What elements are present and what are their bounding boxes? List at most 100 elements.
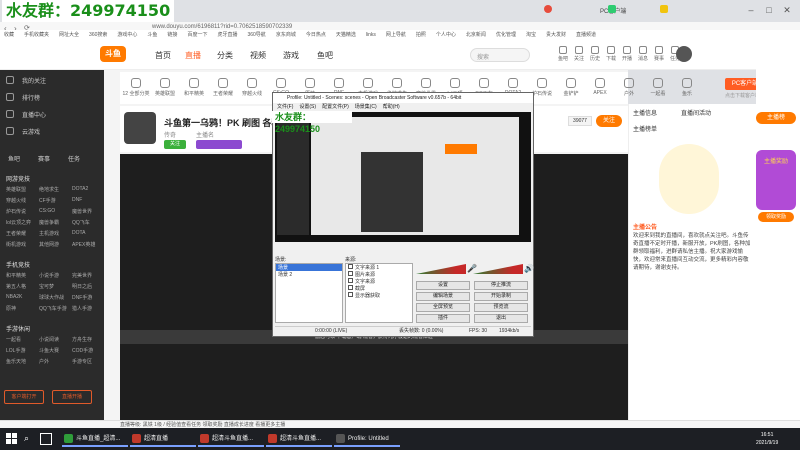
bookmark-item[interactable]: 天猫精选 <box>336 32 356 38</box>
bottom-info-text[interactable]: 直播等级: 黑铁 1级 / 经验值查看任务 领取奖励 直播成长进度 看播更多主播 <box>120 421 285 428</box>
start-stream-button[interactable]: 直播开播 <box>52 390 92 404</box>
header-icon-item[interactable]: 历史 <box>588 46 602 62</box>
bookmark-item[interactable]: 拍照 <box>416 32 426 38</box>
category-item[interactable]: APEX <box>586 78 614 96</box>
category-item[interactable]: 一起看 <box>644 78 672 97</box>
mic-icon[interactable]: 🎤 <box>467 264 477 273</box>
category-item[interactable]: 王者荣耀 <box>209 78 237 97</box>
bookmark-item[interactable]: 手机收藏夹 <box>24 32 49 38</box>
scene-item[interactable]: 场景 2 <box>276 271 342 278</box>
obs-button[interactable]: 设置 <box>416 281 470 290</box>
sidebar-sub-item[interactable]: 户外 <box>39 358 49 365</box>
speaker-icon[interactable]: 🔊 <box>524 264 534 273</box>
source-item[interactable]: 显示器获取 <box>346 292 412 299</box>
source-checkbox[interactable] <box>348 278 353 283</box>
taskbar-app[interactable]: 超清斗鱼直播... <box>266 431 332 447</box>
header-icon-item[interactable]: 鱼吧 <box>556 46 570 62</box>
close-icon[interactable]: ✕ <box>780 4 794 16</box>
bookmark-item[interactable]: 360导航 <box>247 32 265 38</box>
bookmark-item[interactable]: 淘宝 <box>526 32 536 38</box>
minimize-icon[interactable]: – <box>744 4 758 16</box>
category-item[interactable]: 鱼乐 <box>673 78 701 97</box>
nav-live[interactable]: 直播 <box>185 50 201 61</box>
sidebar-sub-item[interactable]: 原神 <box>6 305 16 312</box>
obs-menu-item[interactable]: 配置文件(P) <box>322 104 349 110</box>
sidebar-sub-item[interactable]: 王者荣耀 <box>6 230 26 237</box>
taskbar-app[interactable]: 斗鱼直播_超清... <box>62 431 128 447</box>
category-item[interactable]: 户外 <box>615 78 643 97</box>
taskbar-app[interactable]: Profile: Untitled <box>334 431 400 447</box>
sidebar-sub-item[interactable]: 一起看 <box>6 336 21 343</box>
sidebar-sub-item[interactable]: 英雄联盟 <box>6 186 26 193</box>
scenes-list[interactable]: 场景 场景 2 <box>275 263 343 323</box>
avatar[interactable] <box>676 46 692 62</box>
search-input[interactable]: 搜索 <box>470 48 530 62</box>
sidebar-row-icon[interactable]: 赛事 <box>38 154 50 163</box>
nav-game[interactable]: 游戏 <box>283 50 299 61</box>
bookmark-item[interactable]: 收藏 <box>4 32 14 38</box>
sidebar-sub-item[interactable]: COD手游 <box>72 347 93 354</box>
source-item[interactable]: 文字来源 1 <box>346 264 412 271</box>
bookmark-item[interactable]: 优化管理 <box>496 32 516 38</box>
source-checkbox[interactable] <box>348 285 353 290</box>
taskbar-app[interactable]: 超清斗鱼直播... <box>198 431 264 447</box>
tab-strip[interactable] <box>180 3 480 19</box>
category-item[interactable]: 英雄联盟 <box>151 78 179 97</box>
sidebar-sub-item[interactable]: DNF手游 <box>72 294 92 301</box>
sidebar-sub-item[interactable]: QQ飞车手游 <box>39 305 67 312</box>
bookmark-item[interactable]: 链接 <box>167 32 177 38</box>
bookmark-item[interactable]: 北京新闻 <box>466 32 486 38</box>
sidebar-sub-item[interactable]: 手游专区 <box>72 358 92 365</box>
obs-menu-item[interactable]: 场景集(C) <box>355 104 377 110</box>
bookmark-item[interactable]: 个人中心 <box>436 32 456 38</box>
nav-fishbar[interactable]: 鱼吧 <box>317 50 333 61</box>
sidebar-sub-item[interactable]: 其他网游 <box>39 241 59 248</box>
sidebar-sub-item[interactable]: NBA2K <box>6 294 22 300</box>
sidebar-item[interactable]: 排行榜 <box>22 93 40 102</box>
header-icon-item[interactable]: 下载 <box>604 46 618 62</box>
sidebar-sub-item[interactable]: 完美世界 <box>72 272 92 279</box>
obs-menu-item[interactable]: 帮助(H) <box>383 104 400 110</box>
sidebar-sub-item[interactable]: DOTA <box>72 230 86 236</box>
sources-list[interactable]: 文字来源 1 图片来源 文字来源 截屏 显示器获取 <box>345 263 413 323</box>
sidebar-sub-item[interactable]: APEX英雄 <box>72 241 95 248</box>
stream-follow-tag[interactable]: 关注 <box>164 140 186 149</box>
bookmark-item[interactable]: 百度一下 <box>187 32 207 38</box>
windows-start-icon[interactable] <box>6 433 18 445</box>
source-checkbox[interactable] <box>348 292 353 297</box>
obs-button[interactable]: 停止推流 <box>474 281 528 290</box>
category-item[interactable]: 穿越火线 <box>238 78 266 97</box>
header-icon-item[interactable]: 开播 <box>620 46 634 62</box>
sidebar-sub-item[interactable]: 小说阅读 <box>39 336 59 343</box>
sidebar-item[interactable]: 我的关注 <box>22 76 46 85</box>
sidebar-sub-item[interactable]: CF手游 <box>39 197 56 204</box>
bookmark-item[interactable]: 直播频道 <box>576 32 596 38</box>
sidebar-sub-item[interactable]: 斗鱼大赛 <box>39 347 59 354</box>
maximize-icon[interactable]: □ <box>762 4 776 16</box>
sidebar-sub-item[interactable]: 街机游戏 <box>6 241 26 248</box>
sidebar-sub-item[interactable]: 小说手游 <box>39 272 59 279</box>
bookmark-item[interactable]: 游戏中心 <box>117 32 137 38</box>
sidebar-sub-item[interactable]: 宝可梦 <box>39 283 54 290</box>
source-checkbox[interactable] <box>348 264 353 269</box>
scene-item[interactable]: 场景 <box>276 264 342 271</box>
category-item[interactable]: 和平精英 <box>180 78 208 97</box>
nav-category[interactable]: 分类 <box>217 50 233 61</box>
tab-streamer-info[interactable]: 主播信息 <box>633 108 657 117</box>
sidebar-sub-item[interactable]: 穿越火线 <box>6 197 26 204</box>
tab-notice[interactable]: 主播榜单 <box>633 124 657 133</box>
sidebar-sub-item[interactable]: 第五人格 <box>6 283 26 290</box>
sidebar-sub-item[interactable]: CS:GO <box>39 208 55 214</box>
sidebar-sub-item[interactable]: 球球大作战 <box>39 294 64 301</box>
sidebar-sub-item[interactable]: QQ飞车 <box>72 219 90 226</box>
bookmark-item[interactable]: 360搜索 <box>89 32 107 38</box>
sidebar-sub-item[interactable]: DOTA2 <box>72 186 88 192</box>
obs-button[interactable]: 退出 <box>474 314 528 323</box>
sidebar-sub-item[interactable]: 主机游戏 <box>39 230 59 237</box>
sidebar-sub-item[interactable]: DNF <box>72 197 82 203</box>
task-view-icon[interactable] <box>40 433 52 445</box>
bookmark-item[interactable]: 斗鱼 <box>147 32 157 38</box>
header-icon-item[interactable]: 关注 <box>572 46 586 62</box>
obs-button[interactable]: 全屏预览 <box>416 303 470 312</box>
sidebar-sub-item[interactable]: 炉石传说 <box>6 208 26 215</box>
